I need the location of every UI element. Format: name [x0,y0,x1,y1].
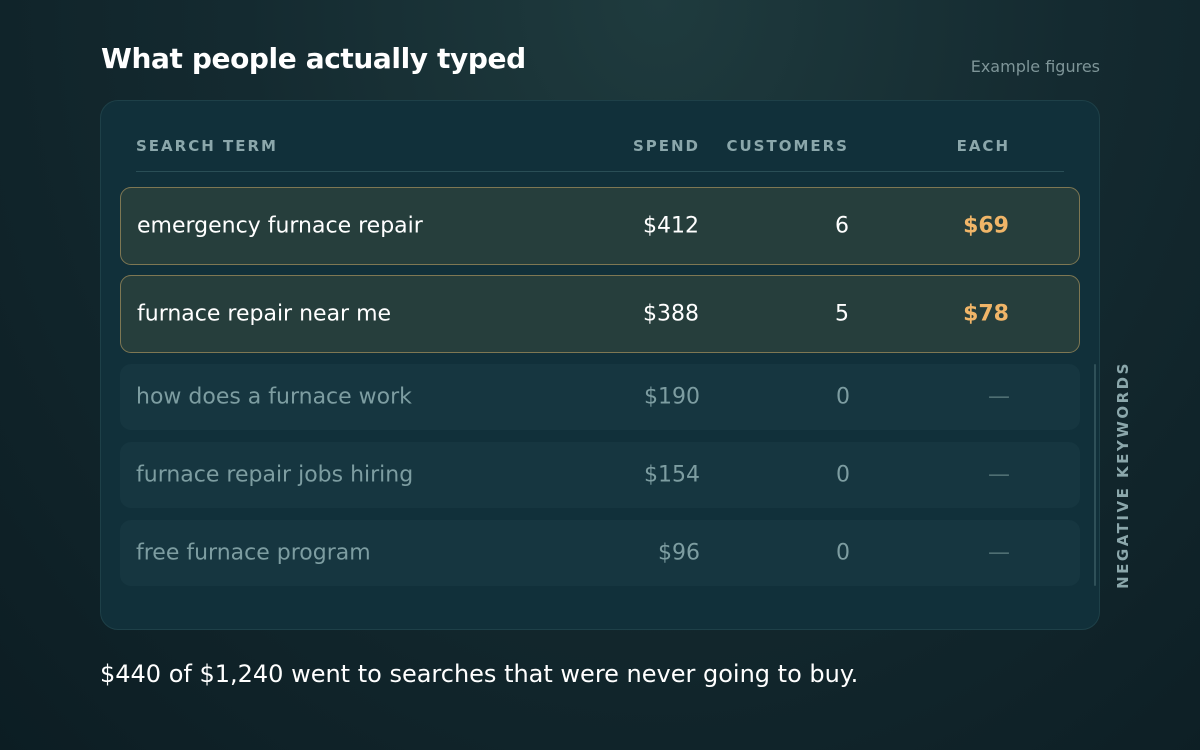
column-header-term: SEARCH TERM [136,137,278,155]
table-row: furnace repair jobs hiring $154 0 — [120,442,1080,508]
row-spend: $96 [658,540,700,566]
row-cost-each: $78 [963,301,1009,327]
row-cost-each: — [988,384,1010,410]
row-term: free furnace program [136,540,371,566]
table-row: furnace repair near me $388 5 $78 [120,275,1080,353]
column-header-spend: SPEND [632,137,700,155]
row-customers: 0 [836,462,850,488]
column-header-each: EACH [956,137,1010,155]
row-term: furnace repair near me [137,301,392,327]
summary-caption: $440 of $1,240 went to searches that wer… [100,660,859,688]
row-term: furnace repair jobs hiring [136,462,414,488]
table-row: emergency furnace repair $412 6 $69 [120,187,1080,265]
row-customers: 0 [836,540,850,566]
row-cost-each: $69 [963,213,1009,239]
row-customers: 0 [836,384,850,410]
negative-keywords-bracket [1094,364,1096,586]
row-spend: $154 [644,462,700,488]
row-customers: 5 [835,301,849,327]
header-divider [136,171,1064,172]
row-cost-each: — [988,540,1010,566]
row-spend: $412 [643,213,699,239]
table-row: how does a furnace work $190 0 — [120,364,1080,430]
row-cost-each: — [988,462,1010,488]
example-note: Example figures [970,57,1100,76]
row-term: emergency furnace repair [137,213,423,239]
row-term: how does a furnace work [136,384,412,410]
negative-keywords-label: NEGATIVE KEYWORDS [1114,361,1132,589]
table-row: free furnace program $96 0 — [120,520,1080,586]
row-spend: $190 [644,384,700,410]
column-header-customers: CUSTOMERS [726,137,849,155]
row-spend: $388 [643,301,699,327]
page-title: What people actually typed [101,42,526,75]
row-customers: 6 [835,213,849,239]
